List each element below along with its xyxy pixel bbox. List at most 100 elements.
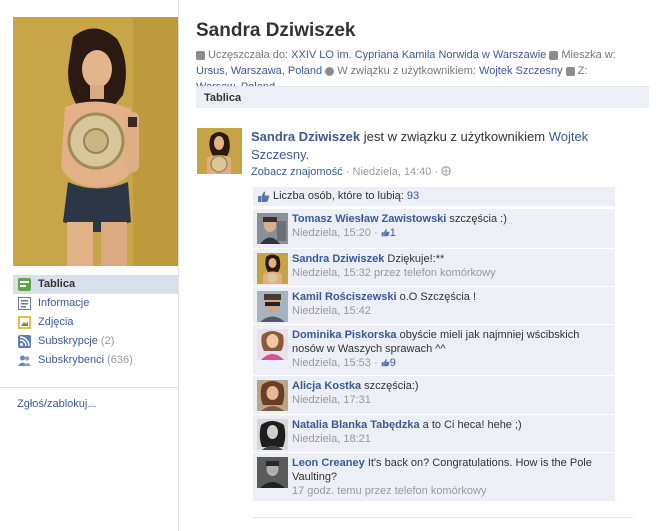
sidebar-item-subscriptions[interactable]: Subskrypcje (2) [13, 332, 178, 351]
comment-item: Natalia Blanka Tabędzka a to Ci heca! he… [253, 414, 615, 452]
likes-label: Liczba osób, które to lubią: [273, 190, 404, 202]
comment-avatar[interactable] [257, 291, 288, 322]
comment-item: Tomasz Wiesław Zawistowski szczęścia :) … [253, 208, 615, 248]
sidebar-item-count: (2) [100, 335, 115, 347]
sidebar-item-info[interactable]: Informacje [13, 294, 178, 313]
hometown-icon [565, 66, 575, 76]
comment-time[interactable]: Niedziela, 17:31 [292, 394, 371, 406]
sidebar-item-label: Subskrybenci [38, 354, 105, 366]
comment-like-value: 9 [389, 357, 396, 369]
comment-text: szczęścia :) [449, 213, 507, 225]
sidebar-item-label: Subskrypcje [38, 335, 98, 347]
sidebar-item-subscribers[interactable]: Subskrybenci (636) [13, 351, 178, 370]
sidebar-item-photos[interactable]: Zdjęcia [13, 313, 178, 332]
story-bottom-divider [253, 517, 633, 518]
comment-author-link[interactable]: Kamil Rościszewski [292, 291, 397, 303]
comment-avatar[interactable] [257, 457, 288, 488]
comment-text: szczęścia:) [364, 380, 419, 392]
story-author-avatar[interactable] [197, 128, 242, 174]
comment-time[interactable]: Niedziela, 15:53 [292, 357, 371, 369]
comment-body: Dominika Piskorska obyście mieli jak naj… [292, 328, 610, 370]
comment-item: Alicja Kostka szczęścia:) Niedziela, 17:… [253, 375, 615, 414]
comment-body: Natalia Blanka Tabędzka a to Ci heca! he… [292, 418, 610, 446]
comment-text: o.O Szczęścia ! [399, 291, 477, 303]
comment-body: Leon Creaney It's back on? Congratulatio… [292, 456, 610, 498]
subscribers-icon [18, 354, 31, 367]
profile-picture[interactable] [13, 17, 178, 266]
home-icon [549, 50, 559, 60]
comment-via: przez telefon komórkowy [364, 485, 487, 497]
sidebar-item-label: Informacje [38, 297, 90, 309]
wall-icon [18, 278, 31, 291]
comment-item: Kamil Rościszewski o.O Szczęścia ! Niedz… [253, 286, 615, 324]
comment-item: Leon Creaney It's back on? Congratulatio… [253, 452, 615, 501]
comment-author-link[interactable]: Leon Creaney [292, 457, 365, 469]
comment-item: Dominika Piskorska obyście mieli jak naj… [253, 324, 615, 375]
comment-author-link[interactable]: Tomasz Wiesław Zawistowski [292, 213, 446, 225]
comment-author-link[interactable]: Alicja Kostka [292, 380, 361, 392]
comment-body: Tomasz Wiesław Zawistowski szczęścia :) … [292, 212, 610, 240]
profile-name: Sandra Dziwiszek [196, 20, 356, 41]
sidebar-item-wall[interactable]: Tablica [13, 275, 178, 294]
story-meta: Zobacz znajomość · Niedziela, 14:40 · [251, 166, 451, 178]
comment-text: Dziękuje!:** [387, 253, 445, 265]
comment-avatar[interactable] [257, 419, 288, 450]
meta-separator: · [373, 227, 378, 239]
comment-time[interactable]: Niedziela, 18:21 [292, 433, 371, 445]
relationship-link[interactable]: Wojtek Szczesny [479, 65, 563, 77]
story-time[interactable]: Niedziela, 14:40 [353, 166, 432, 178]
thumbs-up-icon [381, 359, 390, 367]
sidebar-divider [0, 387, 178, 388]
lives-link[interactable]: Ursus, Warszawa, Poland [196, 65, 322, 77]
profile-side-nav: Tablica Informacje Zdjęcia Subskrypcje (2… [13, 275, 178, 370]
from-label: Z: [577, 65, 588, 77]
comment-body: Kamil Rościszewski o.O Szczęścia ! Niedz… [292, 290, 610, 318]
comment-avatar[interactable] [257, 253, 288, 284]
sidebar-item-count: (636) [107, 354, 133, 366]
thumbs-up-icon [381, 229, 390, 237]
sidebar-item-label: Zdjęcia [38, 316, 74, 328]
comment-like-count[interactable]: 1 [381, 227, 396, 239]
comment-like-count[interactable]: 9 [381, 357, 396, 369]
comment-text: a to Ci heca! hehe ;) [422, 419, 522, 431]
comment-like-value: 1 [389, 227, 396, 239]
comment-avatar[interactable] [257, 380, 288, 411]
wall-section-header: Tablica [196, 86, 649, 108]
see-friendship-link[interactable]: Zobacz znajomość [251, 166, 343, 178]
report-block-link[interactable]: Zgłoś/zablokuj... [17, 398, 96, 410]
meta-separator: · [434, 166, 439, 178]
likes-count-link[interactable]: 93 [407, 190, 419, 202]
globe-icon[interactable] [441, 166, 451, 178]
meta-separator: · [373, 357, 378, 369]
comment-author-link[interactable]: Sandra Dziwiszek [292, 253, 384, 265]
comment-time[interactable]: 17 godz. temu [292, 485, 362, 497]
likes-bar: Liczba osób, które to lubią: 93 [253, 187, 615, 206]
profile-photo-illustration [13, 17, 178, 266]
story-author-link[interactable]: Sandra Dziwiszek [251, 129, 360, 144]
story-text: Sandra Dziwiszek jest w związku z użytko… [251, 128, 621, 164]
comment-body: Alicja Kostka szczęścia:) Niedziela, 17:… [292, 379, 610, 407]
school-label: Uczęszczała do: [208, 49, 289, 61]
relationship-label: W związku z użytkownikiem: [337, 65, 476, 77]
comment-avatar[interactable] [257, 213, 288, 244]
story-text-middle: jest w związku z użytkownikiem [363, 129, 546, 144]
comment-author-link[interactable]: Natalia Blanka Tabędzka [292, 419, 420, 431]
comment-time[interactable]: Niedziela, 15:32 [292, 267, 371, 279]
heart-icon [325, 66, 335, 76]
sidebar-item-label: Tablica [38, 278, 76, 290]
school-icon [196, 50, 205, 60]
subscriptions-icon [18, 335, 31, 348]
meta-separator: · [345, 166, 350, 178]
photos-icon [18, 316, 31, 329]
comment-item: Sandra Dziwiszek Dziękuje!:** Niedziela,… [253, 248, 615, 286]
comment-body: Sandra Dziwiszek Dziękuje!:** Niedziela,… [292, 252, 610, 280]
comment-author-link[interactable]: Dominika Piskorska [292, 329, 397, 341]
comment-via: przez telefon komórkowy [373, 267, 496, 279]
comment-time[interactable]: Niedziela, 15:20 [292, 227, 371, 239]
story-text-end: . [305, 147, 310, 162]
school-link[interactable]: XXIV LO im. Cypriana Kamila Norwida w Wa… [291, 49, 546, 61]
thumbs-up-icon [257, 190, 270, 203]
likes-text: Liczba osób, które to lubią: 93 [273, 187, 419, 206]
comment-avatar[interactable] [257, 329, 288, 360]
comment-time[interactable]: Niedziela, 15:42 [292, 305, 371, 317]
